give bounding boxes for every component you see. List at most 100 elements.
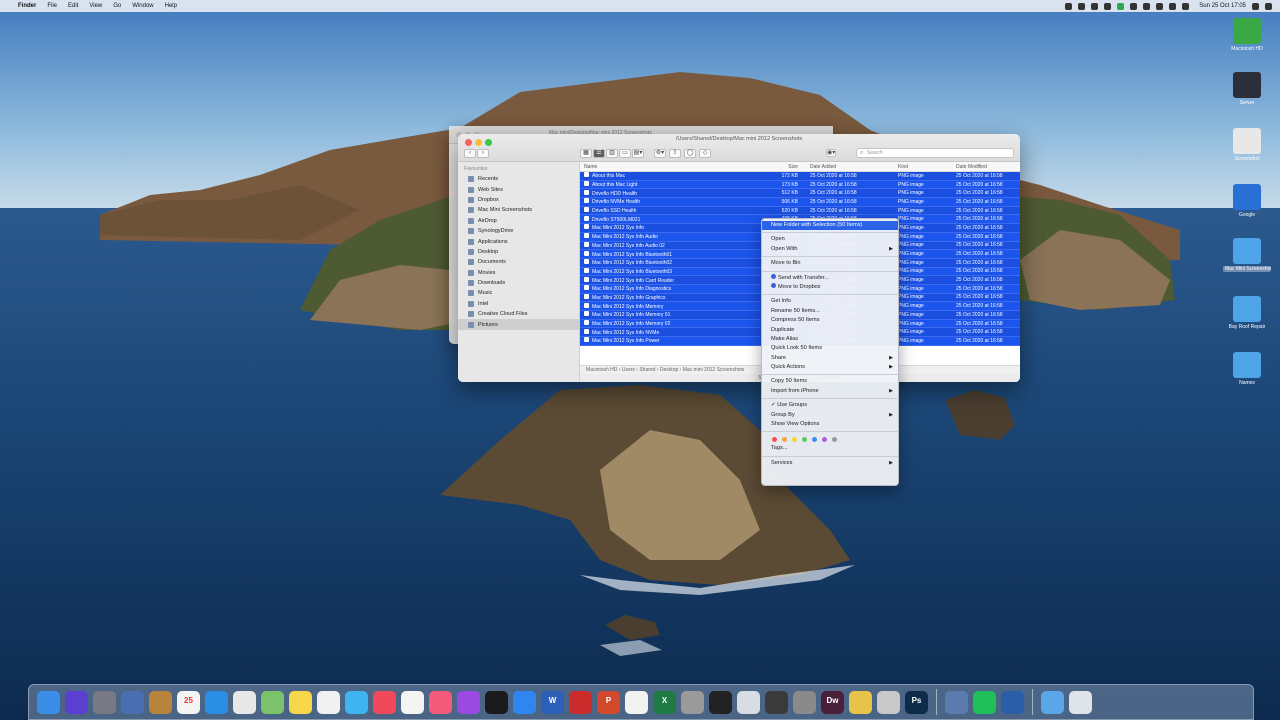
control-list-icon[interactable] [1265,2,1272,10]
dropbox-icon[interactable]: ◇ [699,149,711,158]
tag-color-dot[interactable] [802,436,807,442]
zotero-icon[interactable] [569,690,592,714]
preview-icon[interactable] [121,690,144,714]
column-size[interactable]: Size [756,164,804,170]
sidebar-item[interactable]: Intel [458,299,579,309]
reminders-icon[interactable] [401,690,424,714]
notes-app-icon[interactable] [149,690,172,714]
mail-icon[interactable] [737,690,760,714]
context-menu-item[interactable]: Make Alias [762,335,898,344]
forward-button[interactable]: › [477,149,489,158]
desktop-item[interactable]: Screenshot [1228,128,1266,162]
context-menu-item[interactable]: Send with Transfer... [762,273,898,283]
desktop-item[interactable]: Mac Mini Screenshots [1223,238,1271,272]
context-menu-item[interactable]: Services ▶ [762,459,898,468]
textedit-icon[interactable] [625,690,648,714]
context-menu-item[interactable]: Group By ▶ [762,411,898,420]
powerpoint-icon[interactable]: P [597,690,620,714]
context-menu-item[interactable]: Tags... [762,444,898,453]
sidebar-item[interactable]: Mac Mini Screenshots [458,205,579,215]
sidebar-item[interactable]: Applications [458,236,579,246]
menu-app-name[interactable]: Finder [18,3,36,9]
trash-icon[interactable] [1069,690,1092,714]
search-input[interactable]: ⌕ Search [856,148,1014,158]
context-menu-item[interactable]: ✓ Use Groups [762,401,898,410]
launchpad-icon[interactable] [93,690,116,714]
maps-icon[interactable] [261,690,284,714]
disk-utility-icon[interactable] [681,690,704,714]
action-menu-icon[interactable]: ⚙▾ [654,149,666,158]
context-menu-item[interactable]: Compress 50 Items [762,316,898,325]
context-menu-item[interactable]: New Folder with Selection (50 Items) [762,221,898,231]
cloud-tray-icon[interactable] [1091,2,1099,10]
context-menu-item[interactable]: Show View Options [762,420,898,429]
calendar-icon[interactable]: 25 [177,690,200,714]
shield-tray-icon[interactable] [1104,2,1112,10]
menu-window[interactable]: Window [132,3,153,9]
sidebar-item[interactable]: Dropbox [458,195,579,205]
menubar-clock[interactable]: Sun 25 Oct 17:05 [1199,3,1246,9]
context-menu-item[interactable]: Move to Dropbox [762,282,898,292]
dreamweaver-icon[interactable]: Dw [821,690,844,714]
terminal-icon[interactable] [709,690,732,714]
tag-color-dot[interactable] [792,436,797,442]
icon-view-button[interactable]: ▦ [580,149,592,158]
vpn-tray-icon[interactable] [1078,2,1086,10]
context-menu-item[interactable]: Get Info [762,297,898,306]
desktop-item[interactable]: Google [1228,184,1266,218]
context-menu-item[interactable]: Move to Bin [762,259,898,268]
app-store-icon[interactable] [513,690,536,714]
tag-color-dot[interactable] [772,436,777,442]
sidebar-item[interactable]: Movies [458,268,579,278]
volume-icon[interactable] [1169,2,1177,10]
search-icon[interactable] [1252,2,1259,10]
desktop-item[interactable]: Bay Roof Repair [1228,296,1266,330]
stickies-icon[interactable] [289,690,312,714]
system-prefs-icon[interactable] [793,690,816,714]
context-menu-item[interactable]: Duplicate [762,326,898,335]
server-app-icon[interactable] [945,690,968,714]
context-menu-item[interactable]: Open [762,235,898,244]
messages-icon[interactable] [345,690,368,714]
list-view-button[interactable]: ☰ [593,149,605,158]
safari-icon[interactable] [205,690,228,714]
podcasts-icon[interactable] [457,690,480,714]
screenshot-icon[interactable] [765,690,788,714]
desktop-item[interactable]: Macintosh HD [1228,18,1266,52]
bluetooth-icon[interactable] [1143,2,1151,10]
back-button[interactable]: ‹ [464,149,476,158]
chrome-icon[interactable] [233,690,256,714]
music-icon[interactable] [429,690,452,714]
sync-tray-icon[interactable] [1130,2,1138,10]
menu-help[interactable]: Help [165,3,177,9]
tag-color-dot[interactable] [812,436,817,442]
menu-edit[interactable]: Edit [68,3,78,9]
menu-view[interactable]: View [89,3,102,9]
tag-color-dot[interactable] [822,436,827,442]
wifi-icon[interactable] [1156,2,1164,10]
file-row[interactable]: Driveflo HDD Health 512 KB 25 Oct 2020 at … [580,189,1020,199]
context-menu-item[interactable]: Share ▶ [762,354,898,363]
news-icon[interactable] [373,690,396,714]
context-menu-item[interactable]: Quick Look 50 Items [762,344,898,353]
context-menu-item[interactable]: Copy 50 Items [762,377,898,386]
menu-file[interactable]: File [47,3,57,9]
context-menu-item[interactable]: Open With ▶ [762,245,898,254]
spotify-icon[interactable] [973,690,996,714]
column-date-modified[interactable]: Date Modified [952,164,1020,170]
column-date-added[interactable]: Date Added [804,164,894,170]
menu-go[interactable]: Go [113,3,121,9]
column-view-button[interactable]: ▥ [606,149,618,158]
desktop-item[interactable]: Server [1228,72,1266,106]
word-icon[interactable]: W [541,690,564,714]
vpn-icon[interactable] [849,690,872,714]
flag-icon[interactable] [1182,2,1190,10]
sidebar-item[interactable]: SynologyDrive [458,226,579,236]
gallery-view-button[interactable]: ▭ [619,149,631,158]
dropbox-tray-icon[interactable] [1065,2,1073,10]
tag-color-dot[interactable] [782,436,787,442]
monitor-tray-icon[interactable] [1117,2,1125,10]
file-row[interactable]: About this Mac Light 173 KB 25 Oct 2020 at… [580,180,1020,190]
share-icon[interactable]: ⇪ [669,149,681,158]
file-row[interactable]: Driveflo NVMe Health 506 KB 25 Oct 2020 at… [580,198,1020,207]
